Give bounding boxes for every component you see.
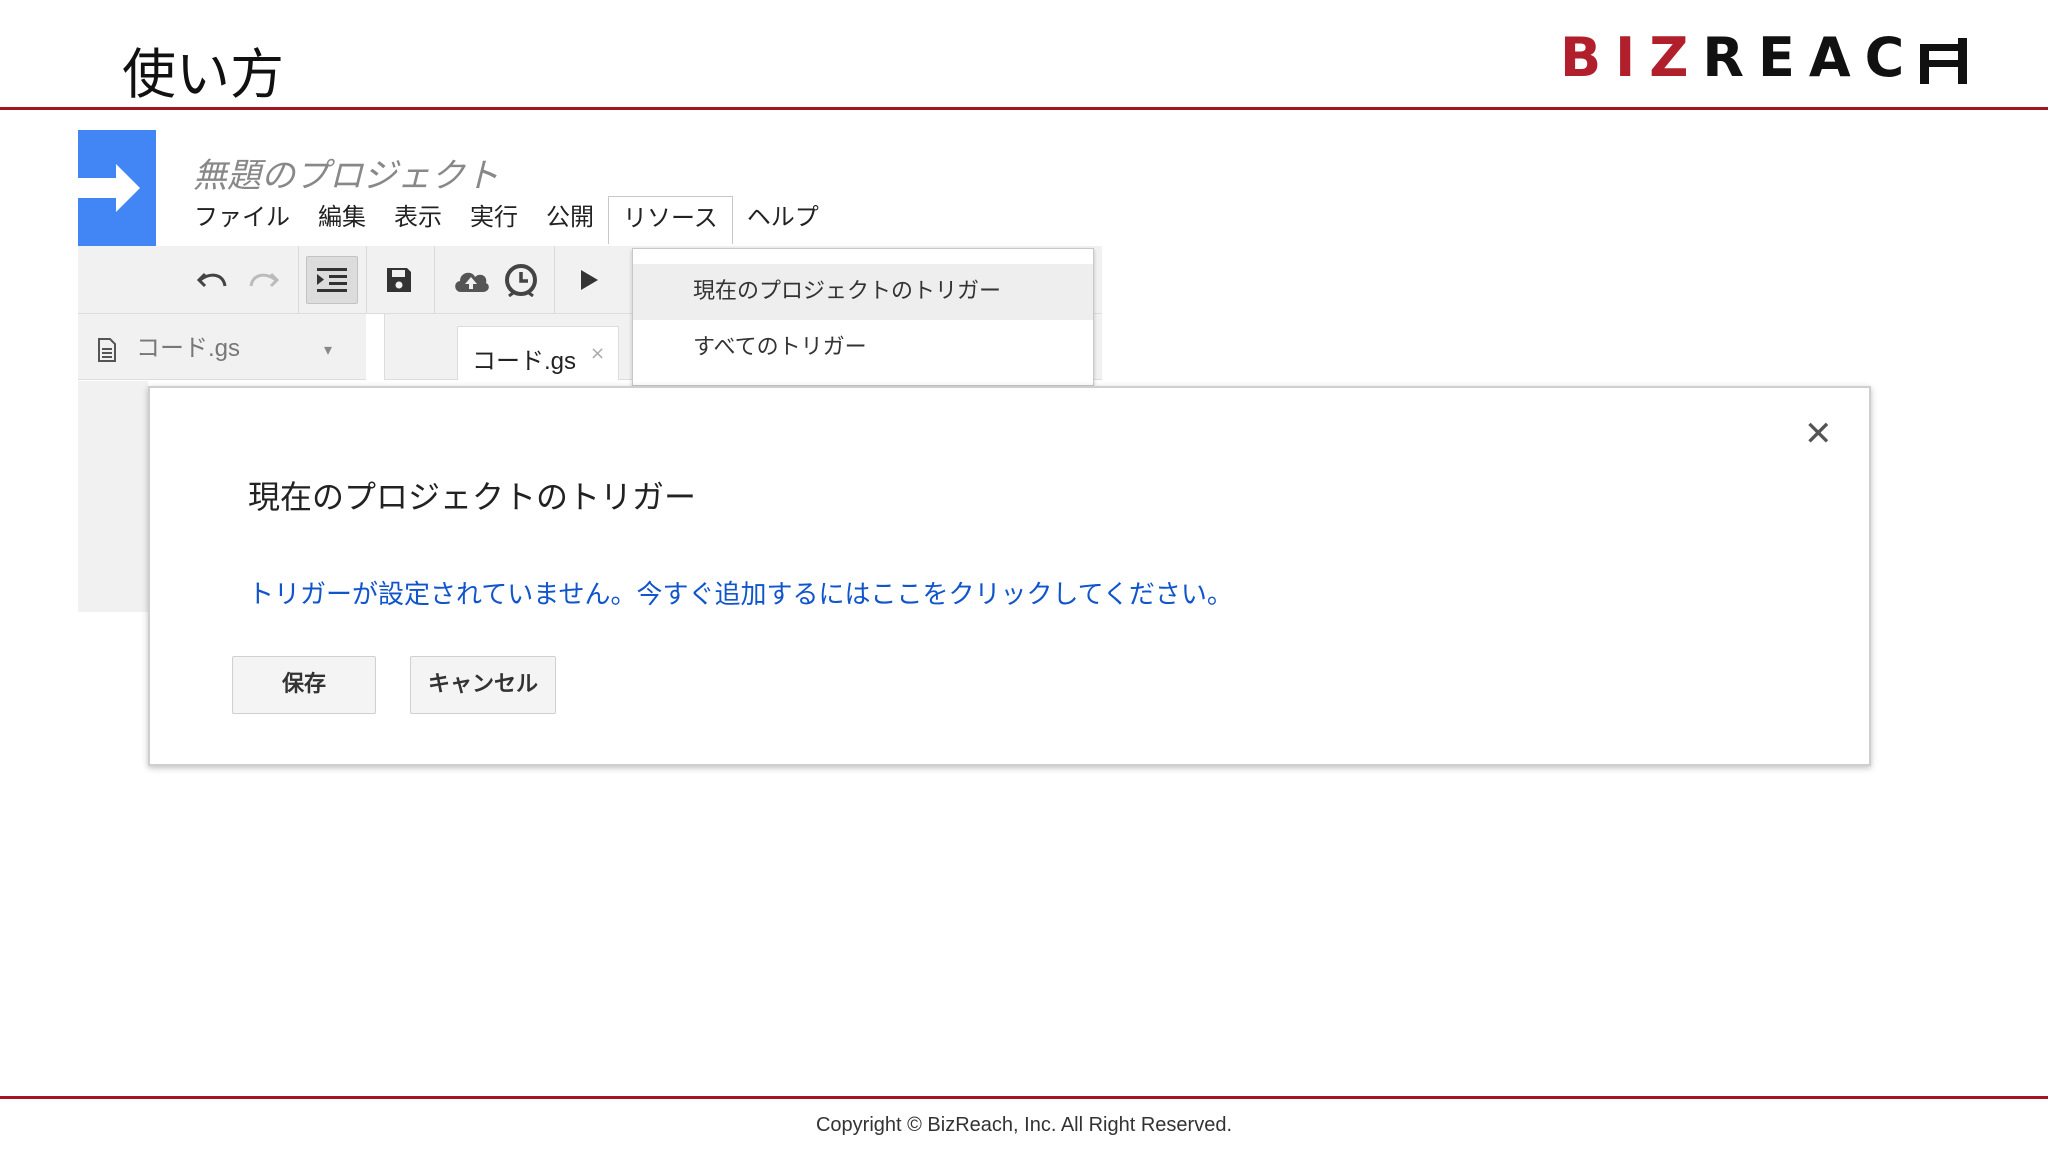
file-name[interactable]: コード.gs [136, 328, 240, 363]
logo-h-mark [1920, 34, 1968, 84]
dialog-title: 現在のプロジェクトのトリガー [248, 478, 697, 516]
logo-text-black: REAC [1702, 25, 1919, 89]
menu-edit[interactable]: 編集 [304, 196, 380, 244]
menu-view[interactable]: 表示 [380, 196, 456, 244]
apps-script-logo[interactable] [78, 130, 156, 246]
triggers-dialog: ✕ 現在のプロジェクトのトリガー トリガーが設定されていません。今すぐ追加するに… [148, 386, 1871, 766]
editor-tab-label: コード.gs [472, 348, 577, 375]
bizreach-logo: BIZ REAC [1560, 26, 1968, 89]
menu-help[interactable]: ヘルプ [733, 196, 833, 244]
menu-publish[interactable]: 公開 [532, 196, 608, 244]
footer-rule [0, 1096, 2048, 1099]
copyright-text: Copyright © BizReach, Inc. All Right Res… [815, 1114, 1233, 1136]
editor-tab[interactable]: コード.gs × [457, 326, 619, 380]
chevron-down-icon[interactable]: ▾ [324, 340, 332, 359]
cancel-button[interactable]: キャンセル [410, 656, 556, 714]
undo-icon[interactable] [190, 246, 236, 314]
resources-dropdown: 現在のプロジェクトのトリガー すべてのトリガー [632, 248, 1094, 386]
add-trigger-link[interactable]: トリガーが設定されていません。今すぐ追加するにはここをクリックしてください。 [248, 574, 1233, 611]
menu-resources[interactable]: リソース [608, 196, 733, 244]
clock-icon[interactable] [498, 246, 544, 314]
project-title[interactable]: 無題のプロジェクト [193, 148, 499, 197]
close-icon[interactable]: ✕ [1804, 414, 1833, 454]
cloud-icon[interactable] [448, 246, 494, 314]
menu-run[interactable]: 実行 [456, 196, 532, 244]
menubar: ファイル 編集 表示 実行 公開 リソース ヘルプ [180, 196, 833, 244]
save-icon[interactable] [376, 246, 422, 314]
indent-icon[interactable] [306, 256, 358, 304]
menu-item-current-project-triggers[interactable]: 現在のプロジェクトのトリガー [633, 264, 1093, 320]
menu-item-all-triggers[interactable]: すべてのトリガー [633, 320, 1093, 376]
header-rule [0, 107, 2048, 110]
redo-icon[interactable] [240, 246, 286, 314]
document-icon [98, 338, 116, 366]
save-button[interactable]: 保存 [232, 656, 376, 714]
menu-file[interactable]: ファイル [180, 196, 304, 244]
close-icon[interactable]: × [590, 343, 605, 364]
run-icon[interactable] [566, 246, 612, 314]
logo-text-red: BIZ [1560, 25, 1703, 89]
slide-title: 使い方 [122, 43, 284, 106]
sidebar-area [78, 381, 148, 612]
file-list-panel: コード.gs ▾ [78, 314, 366, 380]
